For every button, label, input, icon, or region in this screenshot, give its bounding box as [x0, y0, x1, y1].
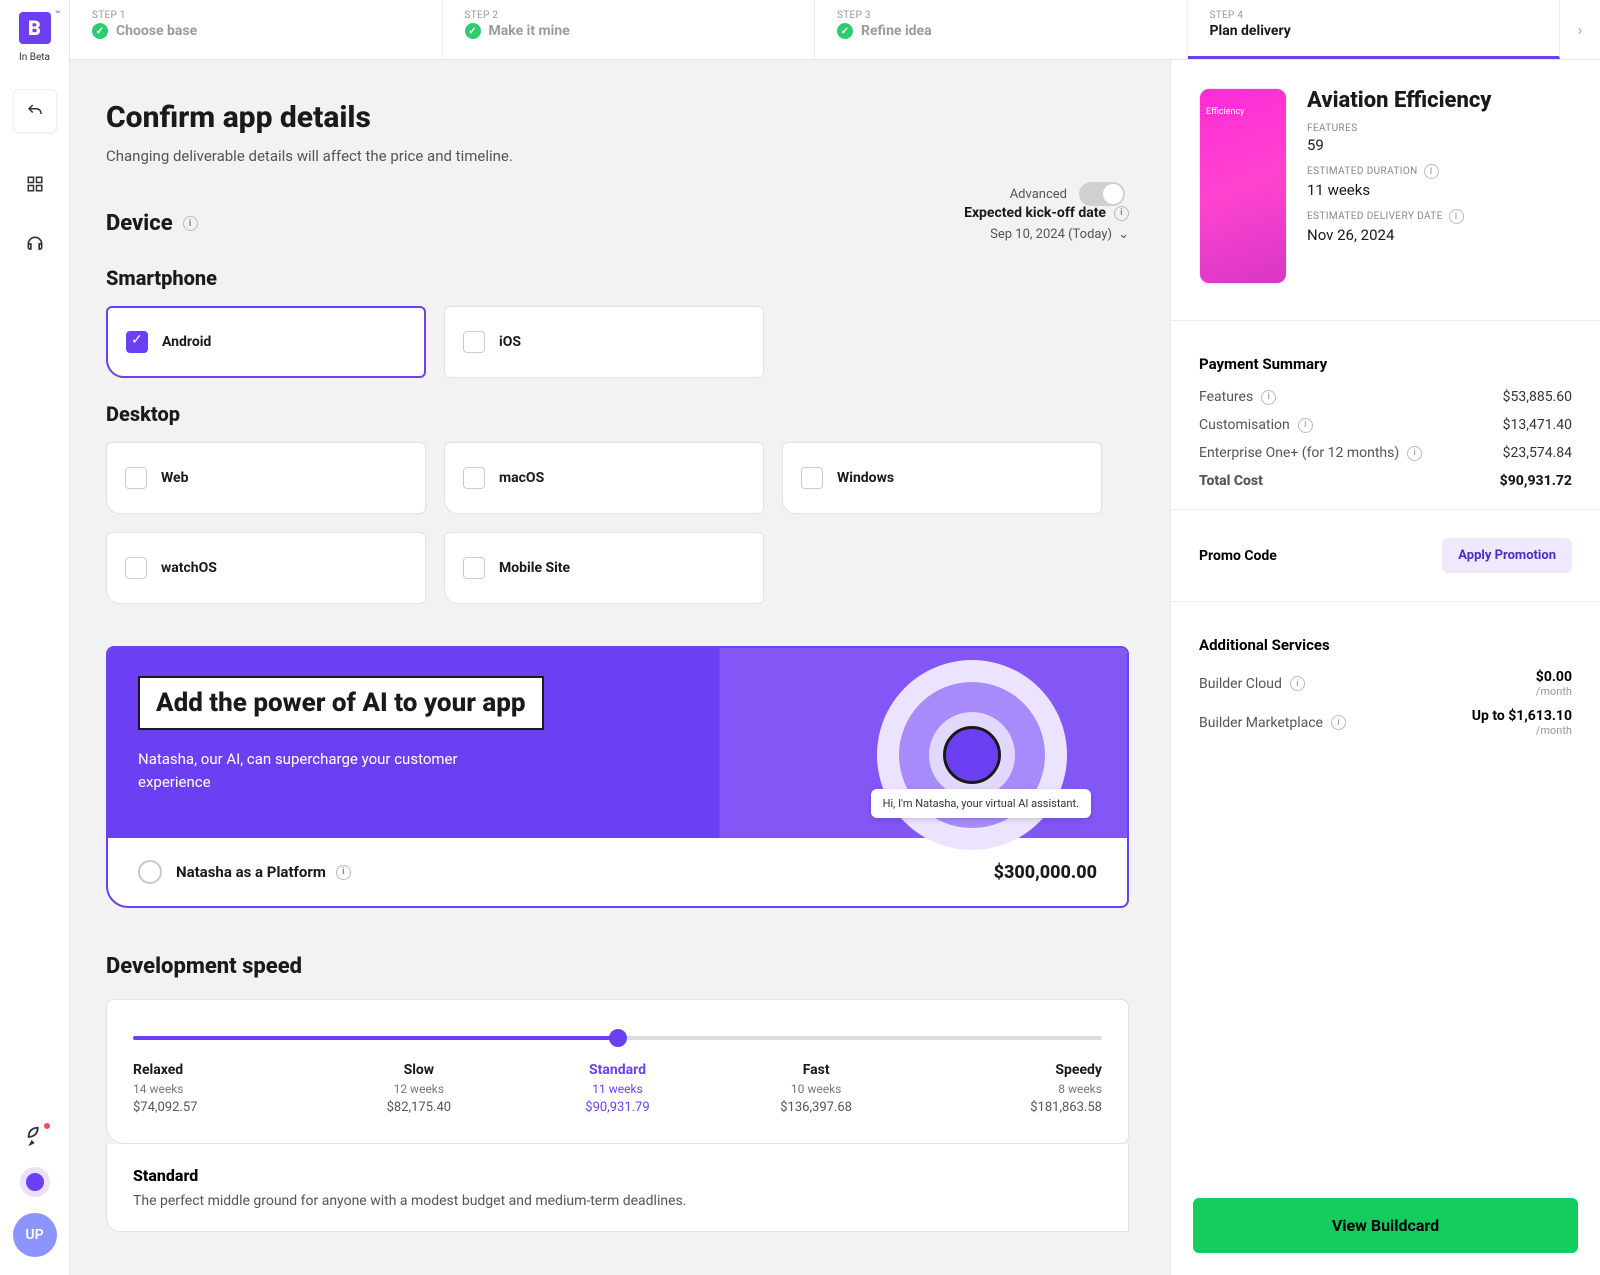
speed-relaxed[interactable]: Relaxed14 weeks$74,092.57	[133, 1062, 307, 1115]
info-icon[interactable]: i	[1424, 164, 1439, 179]
line-builder-cloud: Builder Cloudi $0.00/month	[1171, 664, 1600, 703]
step-refine-idea[interactable]: STEP 3 ✓Refine idea	[815, 0, 1188, 59]
step-plan-delivery[interactable]: STEP 4 Plan delivery	[1188, 0, 1561, 59]
kickoff-label: Expected kick-off date i	[964, 205, 1129, 221]
delivery-date: Nov 26, 2024	[1307, 226, 1572, 244]
natasha-price: $300,000.00	[994, 862, 1097, 883]
notification-dot	[42, 1121, 52, 1131]
speed-slider[interactable]	[133, 1036, 1102, 1040]
line-builder-marketplace: Builder Marketplacei Up to $1,613.10/mon…	[1171, 703, 1600, 742]
chevron-down-icon: ⌄	[1118, 227, 1129, 242]
user-avatar[interactable]: UP	[13, 1213, 57, 1257]
line-features: Featuresi$53,885.60	[1171, 383, 1600, 411]
support-icon[interactable]	[24, 233, 46, 255]
app-logo: B	[19, 12, 51, 44]
left-sidebar: B In Beta UP	[0, 0, 70, 1275]
stepper: STEP 1 ✓Choose base STEP 2 ✓Make it mine…	[70, 0, 1600, 60]
device-windows[interactable]: Windows	[782, 442, 1102, 514]
step-make-it-mine[interactable]: STEP 2 ✓Make it mine	[443, 0, 816, 59]
app-name: Aviation Efficiency	[1307, 88, 1572, 113]
step-choose-base[interactable]: STEP 1 ✓Choose base	[70, 0, 443, 59]
speed-description: Standard The perfect middle ground for a…	[106, 1144, 1129, 1232]
summary-panel: Aviation Efficiency FEATURES 59 ESTIMATE…	[1170, 60, 1600, 1275]
line-total: Total Cost$90,931.72	[1171, 467, 1600, 495]
info-icon[interactable]: i	[1290, 676, 1305, 691]
duration-value: 11 weeks	[1307, 181, 1572, 199]
natasha-eye-icon	[877, 660, 1067, 850]
natasha-platform-label: Natasha as a Platform i	[176, 863, 351, 881]
advanced-label: Advanced	[1010, 187, 1067, 202]
speed-standard[interactable]: Standard11 weeks$90,931.79	[530, 1062, 704, 1115]
ai-banner-desc: Natasha, our AI, can supercharge your cu…	[138, 748, 518, 793]
undo-button[interactable]	[13, 89, 57, 133]
ai-banner: Add the power of AI to your app Natasha,…	[106, 646, 1129, 908]
speed-speedy[interactable]: Speedy8 weeks$181,863.58	[928, 1062, 1102, 1115]
info-icon[interactable]: i	[1407, 446, 1422, 461]
speed-section-title: Development speed	[106, 954, 1129, 979]
device-mobile-site[interactable]: Mobile Site	[444, 532, 764, 604]
speed-selector: Relaxed14 weeks$74,092.57 Slow12 weeks$8…	[106, 999, 1129, 1144]
device-web[interactable]: Web	[106, 442, 426, 514]
info-icon[interactable]: i	[1449, 209, 1464, 224]
device-watchos[interactable]: watchOS	[106, 532, 426, 604]
device-ios[interactable]: iOS	[444, 306, 764, 378]
info-icon[interactable]: i	[336, 865, 351, 880]
undo-icon	[26, 102, 44, 120]
additional-services-title: Additional Services	[1171, 616, 1600, 664]
device-macos[interactable]: macOS	[444, 442, 764, 514]
promo-label: Promo Code	[1199, 548, 1277, 564]
status-indicator[interactable]	[20, 1167, 50, 1197]
view-buildcard-button[interactable]: View Buildcard	[1193, 1198, 1578, 1253]
ai-banner-title: Add the power of AI to your app	[138, 676, 544, 730]
app-thumbnail	[1199, 88, 1287, 284]
checkbox-icon	[126, 331, 148, 353]
payment-summary-title: Payment Summary	[1171, 335, 1600, 383]
natasha-tooltip: Hi, I'm Natasha, your virtual AI assista…	[871, 789, 1091, 818]
device-section-title: Device i	[106, 211, 198, 236]
info-icon[interactable]: i	[1298, 418, 1313, 433]
apply-promotion-button[interactable]: Apply Promotion	[1442, 538, 1572, 573]
page-title: Confirm app details	[106, 100, 1129, 135]
smartphone-heading: Smartphone	[106, 266, 1129, 290]
info-icon[interactable]: i	[1261, 390, 1276, 405]
natasha-radio[interactable]	[138, 860, 162, 884]
kickoff-date-picker[interactable]: Sep 10, 2024 (Today) ⌄	[964, 227, 1129, 242]
steps-next-arrow[interactable]: ›	[1560, 0, 1600, 59]
beta-label: In Beta	[19, 52, 50, 63]
upgrade-icon[interactable]	[24, 1125, 46, 1151]
info-icon[interactable]: i	[183, 216, 198, 231]
checkbox-icon	[463, 331, 485, 353]
check-icon: ✓	[837, 23, 853, 39]
line-enterprise: Enterprise One+ (for 12 months)i$23,574.…	[1171, 439, 1600, 467]
speed-slow[interactable]: Slow12 weeks$82,175.40	[332, 1062, 506, 1115]
info-icon[interactable]: i	[1331, 715, 1346, 730]
features-count: 59	[1307, 136, 1572, 154]
device-android[interactable]: Android	[106, 306, 426, 378]
desktop-heading: Desktop	[106, 402, 1129, 426]
page-subtitle: Changing deliverable details will affect…	[106, 147, 1129, 165]
speed-fast[interactable]: Fast10 weeks$136,397.68	[729, 1062, 903, 1115]
check-icon: ✓	[465, 23, 481, 39]
line-customisation: Customisationi$13,471.40	[1171, 411, 1600, 439]
info-icon[interactable]: i	[1114, 206, 1129, 221]
check-icon: ✓	[92, 23, 108, 39]
slider-thumb[interactable]	[609, 1029, 627, 1047]
apps-icon[interactable]	[24, 173, 46, 195]
advanced-toggle[interactable]	[1079, 182, 1125, 206]
main-content: Confirm app details Changing deliverable…	[70, 60, 1169, 1272]
